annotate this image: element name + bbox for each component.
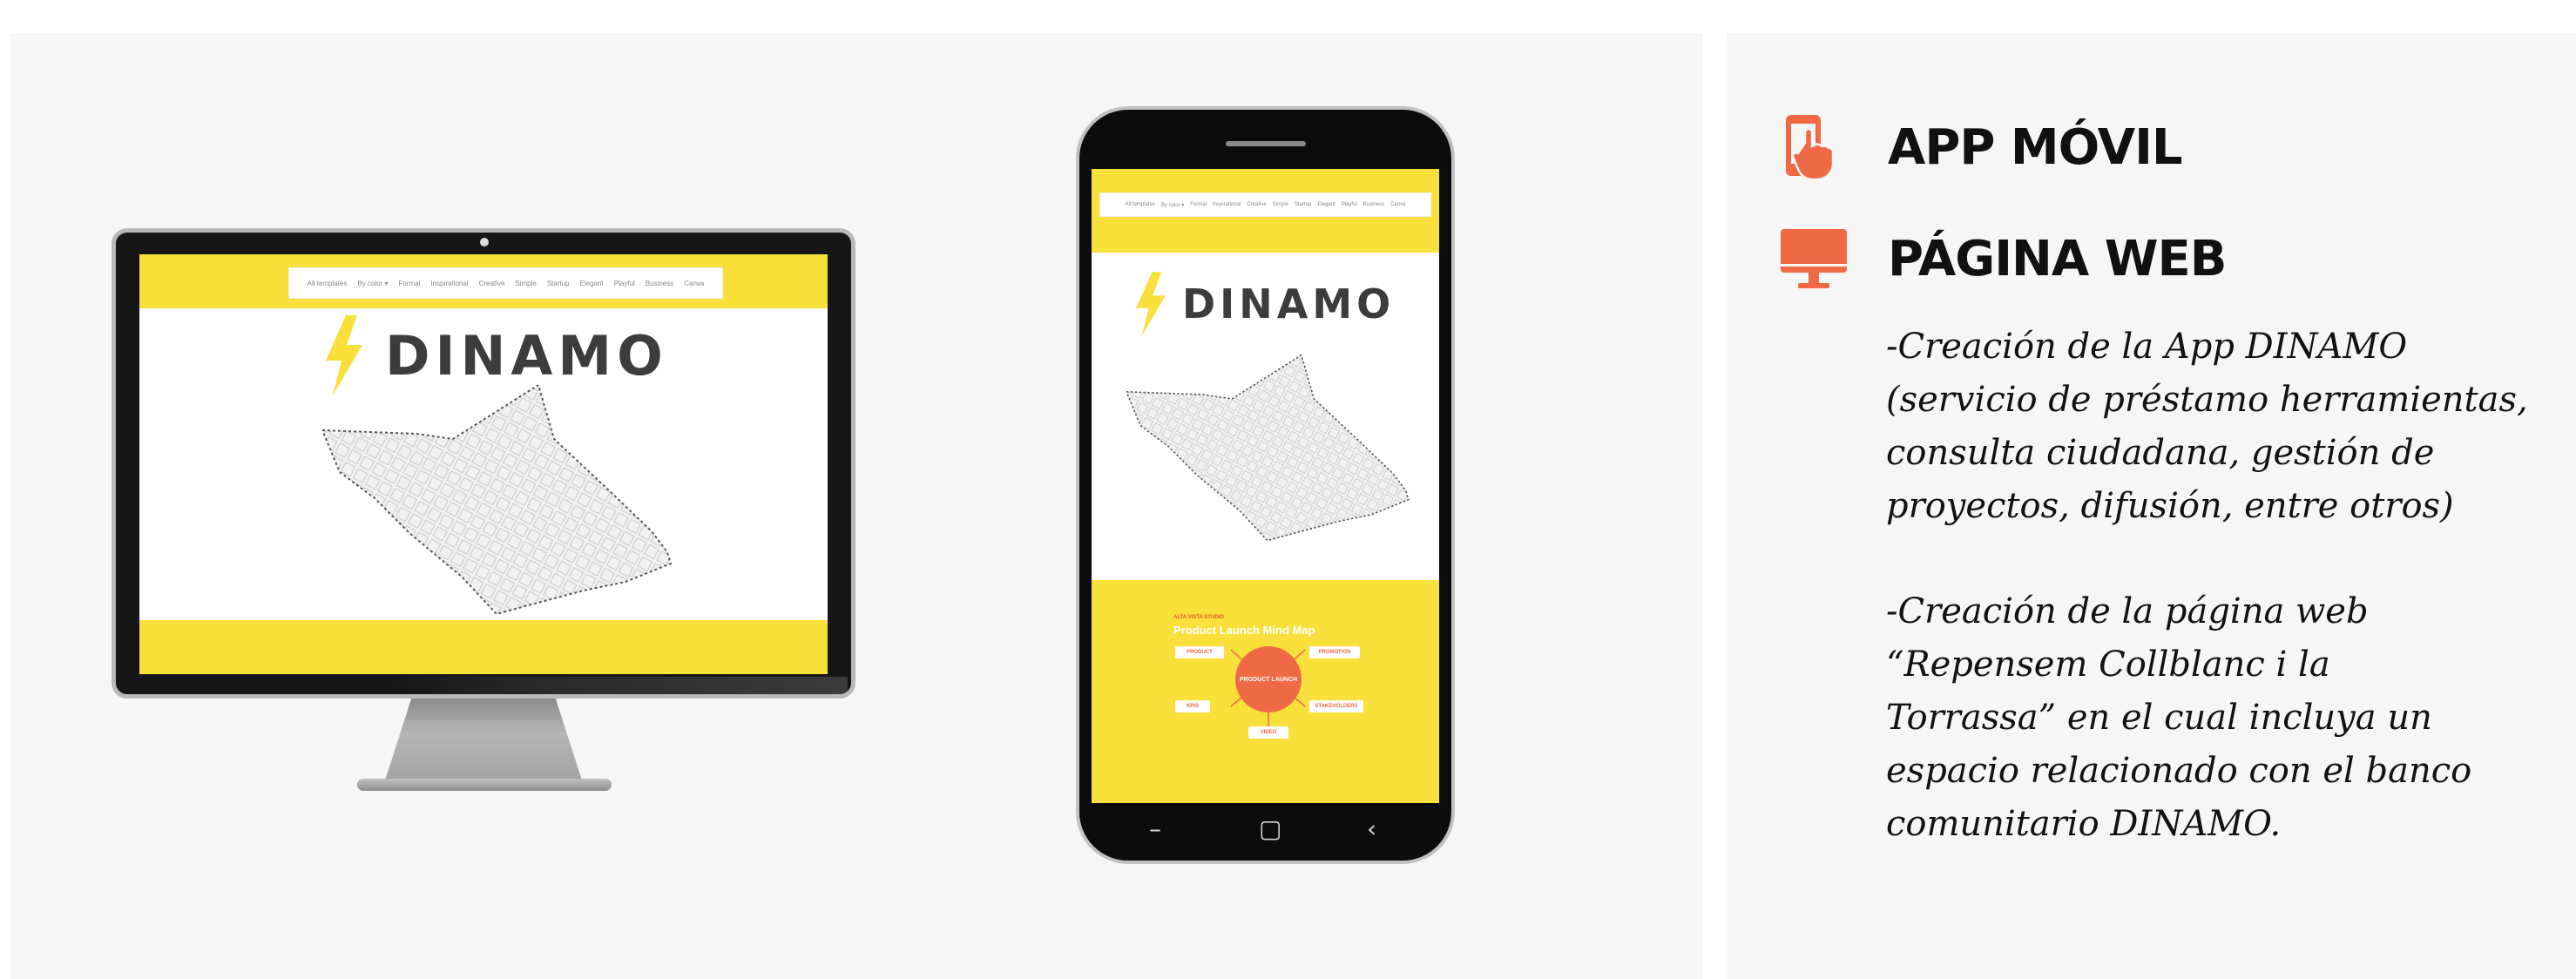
monitor-stand-neck <box>383 699 584 786</box>
app-description: -Creación de la App DINAMO (servicio de … <box>1886 321 2548 533</box>
neighborhood-map <box>322 385 673 616</box>
text-line: (servicio de préstamo herramientas, <box>1886 380 2528 420</box>
phone-dinamo-logo: DINAMO <box>1133 272 1395 336</box>
lightning-bolt-icon <box>326 315 362 395</box>
text-line: “Repensem Collblanc i la <box>1886 645 2330 685</box>
nav-item[interactable]: Creative <box>479 280 505 287</box>
nav-item[interactable]: All templates <box>1126 202 1155 207</box>
phone-recent-apps-button[interactable]: – <box>1149 814 1161 845</box>
nav-item[interactable]: Simple <box>1273 202 1288 207</box>
website-navbar: All templates By color ▾ Formal Inspirat… <box>289 268 722 298</box>
mindmap-center-label: PRODUCT LAUNCH <box>1239 676 1298 683</box>
nav-item[interactable]: Business <box>1363 202 1384 207</box>
nav-item[interactable]: Playful <box>1342 202 1357 207</box>
nav-item[interactable]: Inspirational <box>1213 202 1241 207</box>
nav-item[interactable]: Canva <box>1390 202 1405 207</box>
camera-dot <box>480 238 489 246</box>
text-line: espacio relacionado con el banco <box>1886 751 2472 791</box>
lightning-bolt-icon <box>1136 272 1166 336</box>
text-line: comunitario DINAMO. <box>1886 804 2282 844</box>
nav-item[interactable]: Formal <box>399 280 421 287</box>
text-line: -Creación de la App DINAMO <box>1886 327 2408 367</box>
nav-item[interactable]: Inspirational <box>430 280 468 287</box>
nav-item[interactable]: Elegant <box>580 280 604 287</box>
logo-wordmark: DINAMO <box>385 323 668 388</box>
nav-item[interactable]: Canva <box>684 280 704 287</box>
nav-item[interactable]: By color ▾ <box>357 280 388 287</box>
mobile-tap-icon <box>1786 115 1835 181</box>
nav-item[interactable]: Startup <box>547 280 570 287</box>
mindmap-node: VIDEO <box>1248 726 1288 739</box>
phone-website-navbar: All templates By color ▾ Formal Inspirat… <box>1100 193 1430 216</box>
nav-item[interactable]: Playful <box>614 280 635 287</box>
section-title: APP MÓVIL <box>1888 119 2183 176</box>
screen-gloss <box>395 677 848 694</box>
mindmap-section: ALTA VISTA STUDIO Product Launch Mind Ma… <box>1092 580 1439 803</box>
nav-item[interactable]: All templates <box>308 280 348 287</box>
nav-item[interactable]: Simple <box>515 280 536 287</box>
mindmap-node: STAKEHOLDERS <box>1309 700 1363 712</box>
phone-mockup: All templates By color ▾ Formal Inspirat… <box>1076 106 1455 864</box>
section-title: PÁGINA WEB <box>1888 231 2227 287</box>
mindmap-node: KPIS <box>1175 700 1210 712</box>
monitor-screen: All templates By color ▾ Formal Inspirat… <box>139 254 828 674</box>
phone-screen: All templates By color ▾ Formal Inspirat… <box>1092 169 1439 803</box>
logo-wordmark: DINAMO <box>1182 280 1396 327</box>
text-line: Torrassa” en el cual incluya un <box>1886 698 2432 738</box>
dinamo-logo: DINAMO <box>322 315 668 395</box>
phone-home-button[interactable]: ▢ <box>1259 814 1281 845</box>
mindmap-center-node: PRODUCT LAUNCH <box>1235 646 1302 712</box>
monitor-stand-base <box>357 779 612 791</box>
desktop-monitor-mockup: All templates By color ▾ Formal Inspirat… <box>112 228 855 699</box>
nav-item[interactable]: Startup <box>1295 202 1311 207</box>
nav-item[interactable]: Creative <box>1247 202 1266 207</box>
text-line: -Creación de la página web <box>1886 591 2369 631</box>
mindmap-node: PRODUCT <box>1175 646 1224 658</box>
nav-item[interactable]: Business <box>646 280 673 287</box>
nav-item[interactable]: Elegant <box>1317 202 1335 207</box>
phone-back-button[interactable]: ‹ <box>1367 814 1376 845</box>
desktop-monitor-icon <box>1781 229 1847 288</box>
phone-speaker <box>1226 141 1306 146</box>
nav-item[interactable]: Formal <box>1190 202 1207 207</box>
web-description: -Creación de la página web “Repensem Col… <box>1886 585 2548 851</box>
mindmap-node: PROMOTION <box>1309 646 1360 658</box>
text-line: consulta ciudadana, gestión de <box>1886 433 2435 473</box>
nav-item[interactable]: By color ▾ <box>1161 202 1184 208</box>
text-line: proyectos, difusión, entre otros) <box>1886 486 2454 526</box>
phone-neighborhood-map <box>1126 354 1410 542</box>
